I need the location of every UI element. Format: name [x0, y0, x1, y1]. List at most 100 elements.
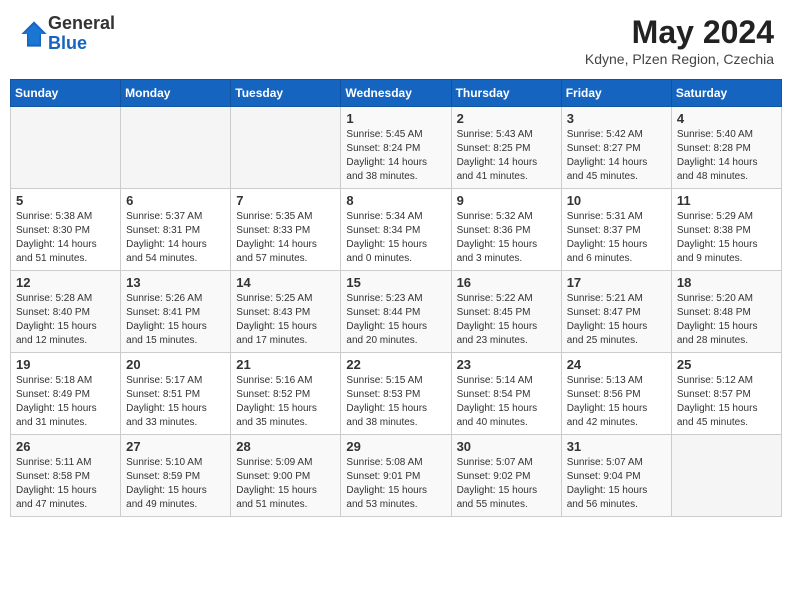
calendar-cell: 14 Sunrise: 5:25 AM Sunset: 8:43 PM Dayli…: [231, 271, 341, 353]
day-number: 29: [346, 439, 445, 454]
day-number: 24: [567, 357, 666, 372]
day-info: Sunrise: 5:34 AM Sunset: 8:34 PM Dayligh…: [346, 210, 445, 266]
calendar-cell: 21 Sunrise: 5:16 AM Sunset: 8:52 PM Dayli…: [231, 353, 341, 435]
day-number: 20: [126, 357, 225, 372]
day-number: 8: [346, 193, 445, 208]
day-info: Sunrise: 5:32 AM Sunset: 8:36 PM Dayligh…: [457, 210, 556, 266]
calendar-cell: [671, 435, 781, 517]
day-info: Sunrise: 5:11 AM Sunset: 8:58 PM Dayligh…: [16, 456, 115, 512]
calendar-cell: 31 Sunrise: 5:07 AM Sunset: 9:04 PM Dayli…: [561, 435, 671, 517]
calendar-cell: 27 Sunrise: 5:10 AM Sunset: 8:59 PM Dayli…: [121, 435, 231, 517]
calendar-cell: 18 Sunrise: 5:20 AM Sunset: 8:48 PM Dayli…: [671, 271, 781, 353]
calendar-cell: 25 Sunrise: 5:12 AM Sunset: 8:57 PM Dayli…: [671, 353, 781, 435]
calendar-cell: 17Sunrise: 5:21 AM Sunset: 8:47 PM Dayli…: [561, 271, 671, 353]
logo-general-text: General: [48, 13, 115, 33]
calendar-cell: 30 Sunrise: 5:07 AM Sunset: 9:02 PM Dayli…: [451, 435, 561, 517]
page-header: General Blue May 2024 Kdyne, Plzen Regio…: [10, 10, 782, 71]
day-info: Sunrise: 5:31 AM Sunset: 8:37 PM Dayligh…: [567, 210, 666, 266]
day-info: Sunrise: 5:09 AM Sunset: 9:00 PM Dayligh…: [236, 456, 335, 512]
day-number: 13: [126, 275, 225, 290]
day-info: Sunrise: 5:37 AM Sunset: 8:31 PM Dayligh…: [126, 210, 225, 266]
logo-blue-text: Blue: [48, 33, 87, 53]
day-number: 5: [16, 193, 115, 208]
day-info: Sunrise: 5:40 AM Sunset: 8:28 PM Dayligh…: [677, 128, 776, 184]
day-number: 1: [346, 111, 445, 126]
day-info: Sunrise: 5:45 AM Sunset: 8:24 PM Dayligh…: [346, 128, 445, 184]
day-info: Sunrise: 5:15 AM Sunset: 8:53 PM Dayligh…: [346, 374, 445, 430]
calendar-cell: 4 Sunrise: 5:40 AM Sunset: 8:28 PM Daylig…: [671, 107, 781, 189]
day-number: 17: [567, 275, 666, 290]
calendar-cell: [121, 107, 231, 189]
day-number: 31: [567, 439, 666, 454]
day-info: Sunrise: 5:43 AM Sunset: 8:25 PM Dayligh…: [457, 128, 556, 184]
calendar-cell: 28 Sunrise: 5:09 AM Sunset: 9:00 PM Dayli…: [231, 435, 341, 517]
day-number: 30: [457, 439, 556, 454]
location-text: Kdyne, Plzen Region, Czechia: [585, 51, 774, 67]
day-info: Sunrise: 5:14 AM Sunset: 8:54 PM Dayligh…: [457, 374, 556, 430]
weekday-header-row: SundayMondayTuesdayWednesdayThursdayFrid…: [11, 80, 782, 107]
calendar-cell: 5Sunrise: 5:38 AM Sunset: 8:30 PM Daylig…: [11, 189, 121, 271]
day-info: Sunrise: 5:10 AM Sunset: 8:59 PM Dayligh…: [126, 456, 225, 512]
day-number: 16: [457, 275, 556, 290]
day-number: 27: [126, 439, 225, 454]
day-number: 7: [236, 193, 335, 208]
week-row-5: 26Sunrise: 5:11 AM Sunset: 8:58 PM Dayli…: [11, 435, 782, 517]
title-block: May 2024 Kdyne, Plzen Region, Czechia: [585, 14, 774, 67]
calendar-cell: [231, 107, 341, 189]
day-info: Sunrise: 5:22 AM Sunset: 8:45 PM Dayligh…: [457, 292, 556, 348]
logo-icon: [20, 20, 48, 48]
weekday-header-sunday: Sunday: [11, 80, 121, 107]
day-info: Sunrise: 5:20 AM Sunset: 8:48 PM Dayligh…: [677, 292, 776, 348]
day-number: 15: [346, 275, 445, 290]
day-info: Sunrise: 5:08 AM Sunset: 9:01 PM Dayligh…: [346, 456, 445, 512]
calendar-cell: 23 Sunrise: 5:14 AM Sunset: 8:54 PM Dayli…: [451, 353, 561, 435]
day-info: Sunrise: 5:17 AM Sunset: 8:51 PM Dayligh…: [126, 374, 225, 430]
day-number: 3: [567, 111, 666, 126]
day-info: Sunrise: 5:35 AM Sunset: 8:33 PM Dayligh…: [236, 210, 335, 266]
day-number: 11: [677, 193, 776, 208]
calendar-cell: 12 Sunrise: 5:28 AM Sunset: 8:40 PM Dayli…: [11, 271, 121, 353]
calendar-cell: 2Sunrise: 5:43 AM Sunset: 8:25 PM Daylig…: [451, 107, 561, 189]
week-row-3: 12 Sunrise: 5:28 AM Sunset: 8:40 PM Dayli…: [11, 271, 782, 353]
calendar-cell: 24Sunrise: 5:13 AM Sunset: 8:56 PM Dayli…: [561, 353, 671, 435]
calendar-cell: 1 Sunrise: 5:45 AM Sunset: 8:24 PM Daylig…: [341, 107, 451, 189]
weekday-header-wednesday: Wednesday: [341, 80, 451, 107]
week-row-1: 1 Sunrise: 5:45 AM Sunset: 8:24 PM Daylig…: [11, 107, 782, 189]
weekday-header-saturday: Saturday: [671, 80, 781, 107]
day-number: 18: [677, 275, 776, 290]
calendar-table: SundayMondayTuesdayWednesdayThursdayFrid…: [10, 79, 782, 517]
logo: General Blue: [18, 14, 115, 54]
day-number: 14: [236, 275, 335, 290]
calendar-cell: 8 Sunrise: 5:34 AM Sunset: 8:34 PM Daylig…: [341, 189, 451, 271]
day-number: 25: [677, 357, 776, 372]
calendar-cell: 22Sunrise: 5:15 AM Sunset: 8:53 PM Dayli…: [341, 353, 451, 435]
calendar-cell: 13 Sunrise: 5:26 AM Sunset: 8:41 PM Dayli…: [121, 271, 231, 353]
day-number: 12: [16, 275, 115, 290]
calendar-cell: 11Sunrise: 5:29 AM Sunset: 8:38 PM Dayli…: [671, 189, 781, 271]
weekday-header-monday: Monday: [121, 80, 231, 107]
day-number: 23: [457, 357, 556, 372]
day-number: 4: [677, 111, 776, 126]
weekday-header-friday: Friday: [561, 80, 671, 107]
day-number: 21: [236, 357, 335, 372]
day-info: Sunrise: 5:26 AM Sunset: 8:41 PM Dayligh…: [126, 292, 225, 348]
month-title: May 2024: [585, 14, 774, 51]
week-row-4: 19 Sunrise: 5:18 AM Sunset: 8:49 PM Dayli…: [11, 353, 782, 435]
calendar-cell: 29 Sunrise: 5:08 AM Sunset: 9:01 PM Dayli…: [341, 435, 451, 517]
day-info: Sunrise: 5:42 AM Sunset: 8:27 PM Dayligh…: [567, 128, 666, 184]
day-number: 19: [16, 357, 115, 372]
day-info: Sunrise: 5:25 AM Sunset: 8:43 PM Dayligh…: [236, 292, 335, 348]
week-row-2: 5Sunrise: 5:38 AM Sunset: 8:30 PM Daylig…: [11, 189, 782, 271]
calendar-cell: 7 Sunrise: 5:35 AM Sunset: 8:33 PM Daylig…: [231, 189, 341, 271]
calendar-cell: 26Sunrise: 5:11 AM Sunset: 8:58 PM Dayli…: [11, 435, 121, 517]
day-info: Sunrise: 5:07 AM Sunset: 9:02 PM Dayligh…: [457, 456, 556, 512]
day-info: Sunrise: 5:28 AM Sunset: 8:40 PM Dayligh…: [16, 292, 115, 348]
day-number: 28: [236, 439, 335, 454]
day-info: Sunrise: 5:07 AM Sunset: 9:04 PM Dayligh…: [567, 456, 666, 512]
day-info: Sunrise: 5:16 AM Sunset: 8:52 PM Dayligh…: [236, 374, 335, 430]
calendar-cell: 19 Sunrise: 5:18 AM Sunset: 8:49 PM Dayli…: [11, 353, 121, 435]
day-info: Sunrise: 5:18 AM Sunset: 8:49 PM Dayligh…: [16, 374, 115, 430]
calendar-cell: 20 Sunrise: 5:17 AM Sunset: 8:51 PM Dayli…: [121, 353, 231, 435]
day-info: Sunrise: 5:12 AM Sunset: 8:57 PM Dayligh…: [677, 374, 776, 430]
day-number: 9: [457, 193, 556, 208]
